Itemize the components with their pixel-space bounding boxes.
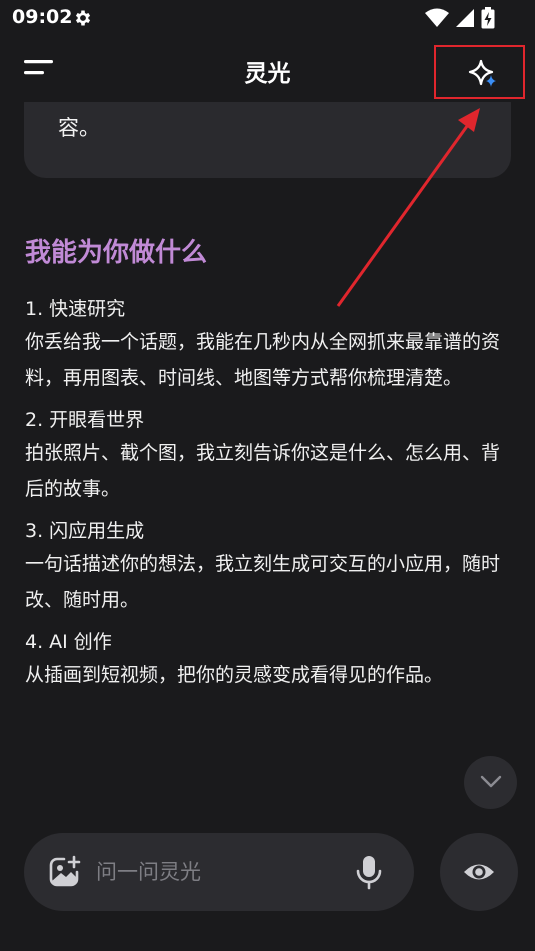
- chat-input-bar: [24, 833, 414, 911]
- sparkle-button[interactable]: [434, 45, 525, 99]
- item-description: 拍张照片、截个图，我立刻告诉你这是什么、怎么用、背后的故事。: [25, 442, 501, 500]
- previous-message-card: 容。: [24, 102, 511, 178]
- eye-button[interactable]: [440, 833, 518, 911]
- list-item: 3. 闪应用生成 一句话描述你的想法，我立刻生成可交互的小应用，随时改、随时用。: [25, 516, 515, 618]
- scroll-down-button[interactable]: [464, 756, 517, 809]
- item-title: 3. 闪应用生成: [25, 520, 145, 542]
- eye-icon: [464, 864, 494, 880]
- sparkle-icon: [468, 59, 496, 87]
- item-title: 1. 快速研究: [25, 298, 126, 320]
- capability-list: 1. 快速研究 你丢给我一个话题，我能在几秒内从全网抓来最靠谱的资料，再用图表、…: [25, 294, 515, 702]
- gear-icon: [75, 10, 91, 26]
- item-title: 2. 开眼看世界: [25, 409, 145, 431]
- section-heading: 我能为你做什么: [25, 238, 208, 268]
- chevron-down-icon: [480, 775, 502, 788]
- signal-icon: [456, 9, 474, 27]
- item-description: 一句话描述你的想法，我立刻生成可交互的小应用，随时改、随时用。: [25, 553, 501, 611]
- image-add-icon[interactable]: [48, 855, 82, 889]
- list-item: 1. 快速研究 你丢给我一个话题，我能在几秒内从全网抓来最靠谱的资料，再用图表、…: [25, 294, 515, 396]
- battery-icon: [481, 7, 495, 29]
- item-description: 从插画到短视频，把你的灵感变成看得见的作品。: [25, 664, 444, 686]
- wifi-icon: [425, 8, 449, 27]
- chat-content[interactable]: 容。 我能为你做什么 1. 快速研究 你丢给我一个话题，我能在几秒内从全网抓来最…: [0, 102, 535, 842]
- top-bar: 灵光: [0, 36, 535, 102]
- item-title: 4. AI 创作: [25, 631, 112, 653]
- status-bar: 09:02: [0, 0, 535, 36]
- list-item: 4. AI 创作 从插画到短视频，把你的灵感变成看得见的作品。: [25, 627, 515, 693]
- previous-message-text: 容。: [58, 116, 100, 140]
- mic-icon[interactable]: [355, 855, 383, 891]
- status-icons: [425, 7, 495, 29]
- chat-input[interactable]: [96, 857, 336, 887]
- item-description: 你丢给我一个话题，我能在几秒内从全网抓来最靠谱的资料，再用图表、时间线、地图等方…: [25, 331, 501, 389]
- status-time: 09:02: [12, 6, 73, 28]
- list-item: 2. 开眼看世界 拍张照片、截个图，我立刻告诉你这是什么、怎么用、背后的故事。: [25, 405, 515, 507]
- screen: 09:02 灵光 容。 我能为你做什么 1. 快速研究 你丢给我一个话题，我能在…: [0, 0, 535, 951]
